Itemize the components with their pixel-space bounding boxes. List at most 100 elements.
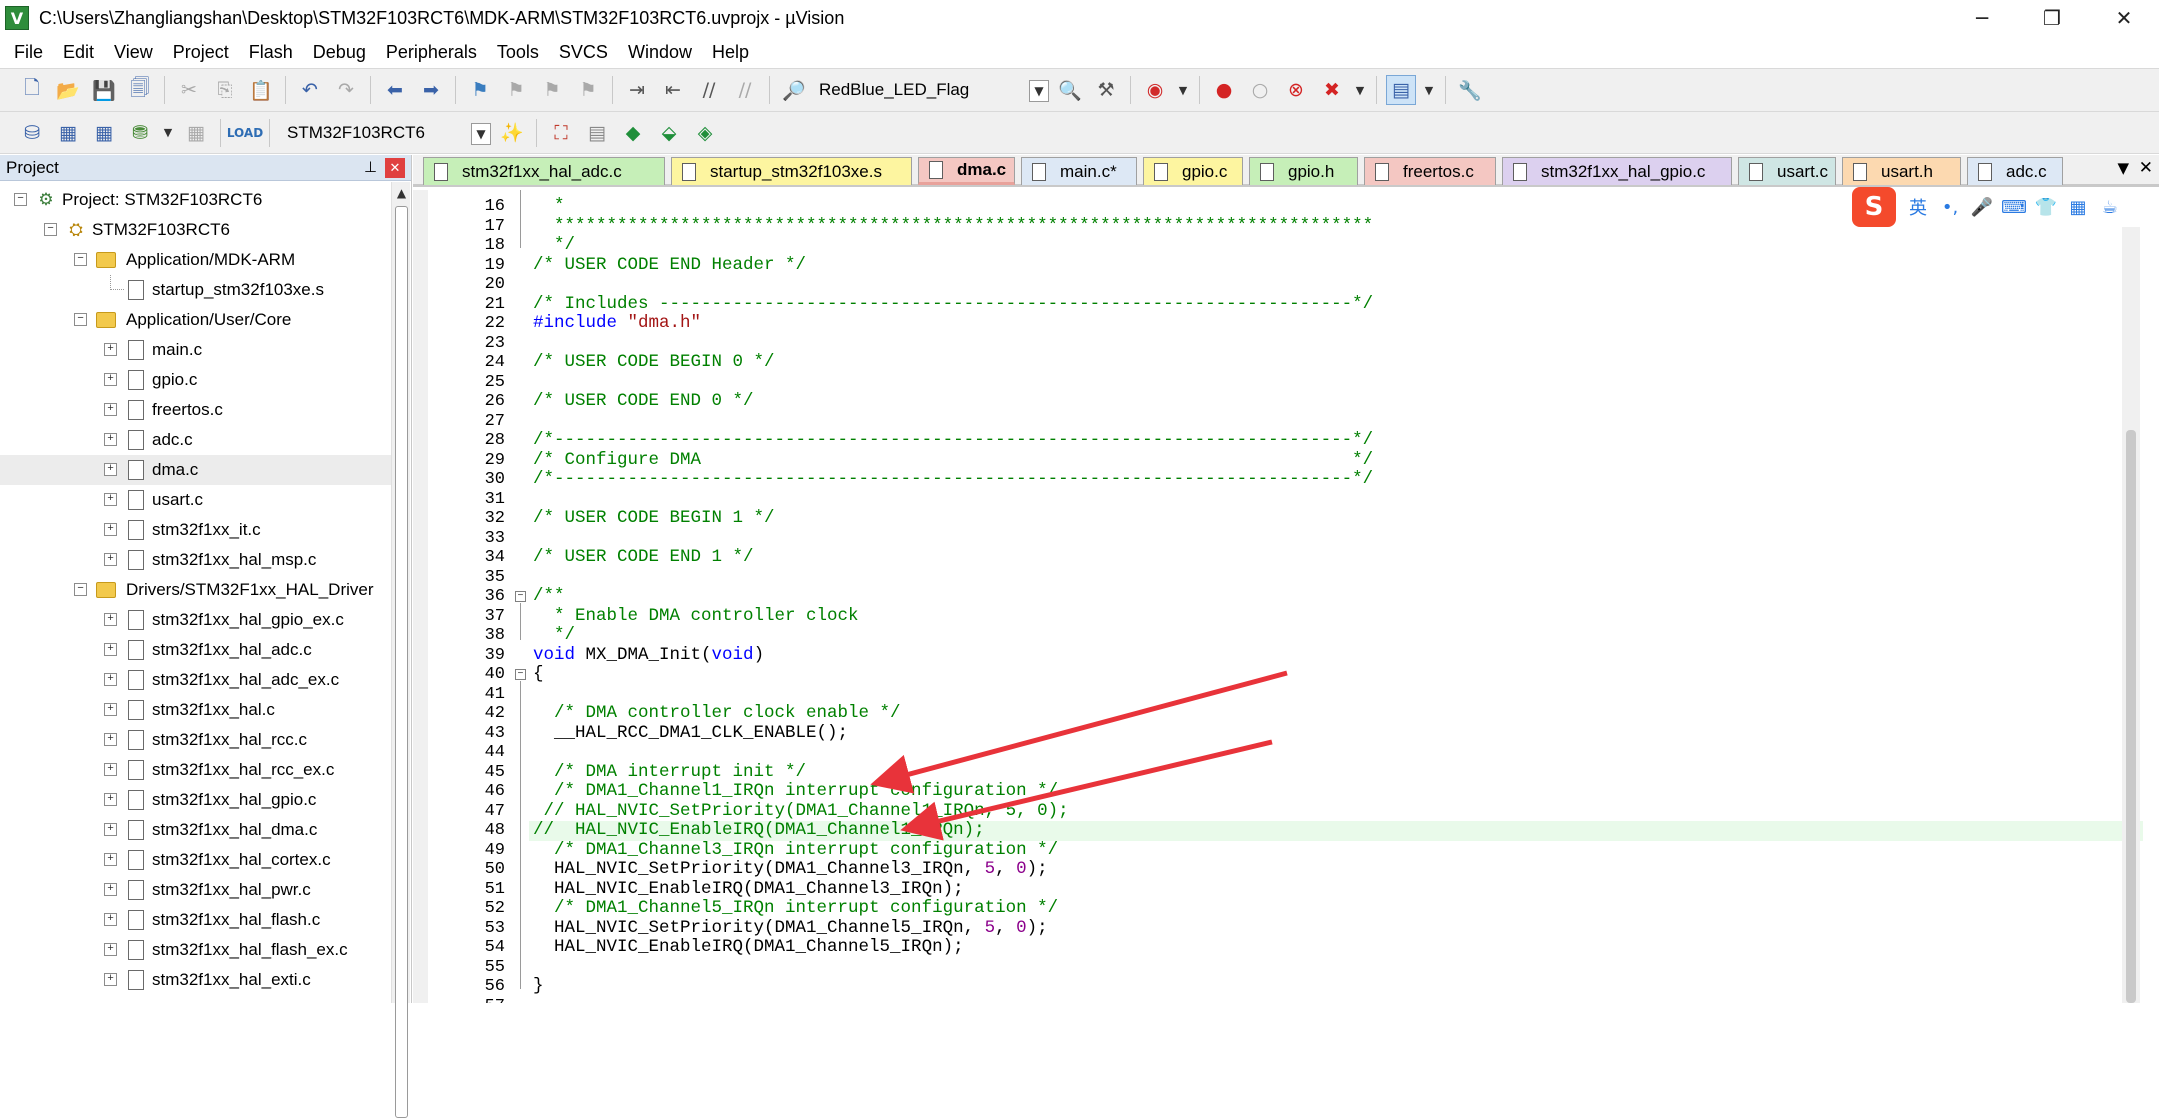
options-for-target-icon[interactable]: ✨	[497, 118, 527, 148]
tree-item[interactable]: + stm32f1xx_hal_gpio_ex.c	[0, 605, 392, 635]
manage-run-time-environment-icon[interactable]: ◆	[618, 118, 648, 148]
tree-item[interactable]: − ⚙ Project: STM32F103RCT6	[0, 185, 392, 215]
code-line[interactable]: /* DMA1_Channel1_IRQn interrupt configur…	[533, 781, 1058, 802]
tree-item[interactable]: + stm32f1xx_hal_adc.c	[0, 635, 392, 665]
chevron-down-icon[interactable]: ▼	[1422, 75, 1436, 105]
software-components-icon[interactable]: ◈	[690, 118, 720, 148]
editor-tab[interactable]: usart.h	[1842, 157, 1961, 185]
sogou-logo-icon[interactable]: S	[1852, 187, 1896, 227]
editor-tab[interactable]: startup_stm32f103xe.s	[671, 157, 912, 185]
tree-item[interactable]: + adc.c	[0, 425, 392, 455]
next-bookmark-icon[interactable]: ⚑	[537, 75, 567, 105]
indent-icon[interactable]: ⇥	[622, 75, 652, 105]
code-line[interactable]: ****************************************…	[533, 216, 1373, 237]
expand-icon[interactable]: +	[104, 493, 117, 506]
collapse-icon[interactable]: −	[74, 313, 87, 326]
editor-tab[interactable]: dma.c	[918, 157, 1015, 185]
expand-icon[interactable]: +	[104, 853, 117, 866]
editor-tab[interactable]: main.c*	[1021, 157, 1137, 185]
chevron-down-icon[interactable]: ▼	[161, 118, 175, 148]
code-line[interactable]: /* DMA controller clock enable */	[533, 703, 901, 724]
expand-icon[interactable]: +	[104, 733, 117, 746]
fold-collapse-icon[interactable]: −	[515, 591, 526, 602]
navigate-forward-icon[interactable]: ➡	[416, 75, 446, 105]
tree-item[interactable]: + stm32f1xx_hal_dma.c	[0, 815, 392, 845]
redo-icon[interactable]: ↷	[331, 75, 361, 105]
minimize-button[interactable]: ─	[1947, 0, 2017, 36]
configure-icon[interactable]: 🔧	[1455, 75, 1485, 105]
pin-icon[interactable]: ⊥	[364, 158, 377, 176]
expand-icon[interactable]: +	[104, 973, 117, 986]
code-editor[interactable]: 16 17 18 19 20 21 22 23 24 25 26 27 28 29 30 31 32 33 34 35…	[413, 190, 2159, 1003]
editor-tab[interactable]: usart.c	[1738, 157, 1836, 185]
kill-all-breakpoints-icon[interactable]: ✖	[1317, 75, 1347, 105]
tree-item[interactable]: + stm32f1xx_hal_pwr.c	[0, 875, 392, 905]
code-line[interactable]: HAL_NVIC_SetPriority(DMA1_Channel3_IRQn,…	[533, 859, 1048, 880]
rebuild-icon[interactable]: ▦	[89, 118, 119, 148]
tree-item[interactable]: + freertos.c	[0, 395, 392, 425]
navigate-back-icon[interactable]: ⬅	[380, 75, 410, 105]
collapse-icon[interactable]: −	[44, 223, 57, 236]
window-layout-icon[interactable]: ▤	[1386, 75, 1416, 105]
tree-item[interactable]: + main.c	[0, 335, 392, 365]
expand-icon[interactable]: +	[104, 553, 117, 566]
find-icon[interactable]: 🔍	[1055, 75, 1085, 105]
code-line[interactable]: /* DMA interrupt init */	[533, 762, 806, 783]
tree-item[interactable]: + stm32f1xx_hal.c	[0, 695, 392, 725]
tree-item[interactable]: + stm32f1xx_hal_cortex.c	[0, 845, 392, 875]
previous-bookmark-icon[interactable]: ⚑	[501, 75, 531, 105]
target-combo[interactable]: STM32F103RCT6 ▼	[276, 118, 494, 148]
chevron-down-icon[interactable]: ▼	[1353, 75, 1367, 105]
expand-icon[interactable]: +	[104, 883, 117, 896]
expand-icon[interactable]: +	[104, 613, 117, 626]
menu-peripherals[interactable]: Peripherals	[378, 42, 489, 63]
chevron-down-icon[interactable]: ▼	[1029, 80, 1049, 102]
tree-item[interactable]: − Application/User/Core	[0, 305, 392, 335]
scroll-up-icon[interactable]: ▲	[392, 182, 411, 204]
menu-svcs[interactable]: SVCS	[551, 42, 620, 63]
tree-item[interactable]: + stm32f1xx_hal_flash.c	[0, 905, 392, 935]
code-line[interactable]: /* DMA1_Channel3_IRQn interrupt configur…	[533, 840, 1058, 861]
code-line[interactable]: /* Includes ----------------------------…	[533, 294, 1373, 315]
tree-scroll-thumb[interactable]	[395, 206, 408, 1118]
unindent-icon[interactable]: ⇤	[658, 75, 688, 105]
menu-help[interactable]: Help	[704, 42, 761, 63]
batch-build-icon[interactable]: ⛃	[125, 118, 155, 148]
disable-all-breakpoints-icon[interactable]: ⊗	[1281, 75, 1311, 105]
code-line[interactable]: /* USER CODE END 0 */	[533, 391, 754, 412]
expand-icon[interactable]: +	[104, 763, 117, 776]
expand-icon[interactable]: +	[104, 463, 117, 476]
code-line[interactable]: }	[533, 976, 544, 997]
undo-icon[interactable]: ↶	[295, 75, 325, 105]
copy-icon[interactable]: ⎘	[210, 75, 240, 105]
chevron-down-icon[interactable]: ▼	[1176, 75, 1190, 105]
menu-window[interactable]: Window	[620, 42, 704, 63]
tree-item[interactable]: + dma.c	[0, 455, 392, 485]
open-file-icon[interactable]: 📂	[53, 75, 83, 105]
code-line[interactable]: /**	[533, 586, 565, 607]
expand-icon[interactable]: +	[104, 823, 117, 836]
tree-item[interactable]: + stm32f1xx_hal_msp.c	[0, 545, 392, 575]
code-line[interactable]: HAL_NVIC_EnableIRQ(DMA1_Channel5_IRQn);	[533, 937, 964, 958]
code-line[interactable]: HAL_NVIC_EnableIRQ(DMA1_Channel3_IRQn);	[533, 879, 964, 900]
tree-item[interactable]: + stm32f1xx_hal_gpio.c	[0, 785, 392, 815]
more-icon[interactable]: ☕	[2096, 193, 2124, 221]
editor-tab[interactable]: freertos.c	[1364, 157, 1496, 185]
punctuation-icon[interactable]: •,	[1936, 193, 1964, 221]
chevron-down-icon[interactable]: ▼	[471, 122, 491, 145]
code-line[interactable]: /* USER CODE BEGIN 0 */	[533, 352, 775, 373]
collapse-icon[interactable]: −	[74, 583, 87, 596]
code-line[interactable]: * Enable DMA controller clock	[533, 606, 859, 627]
tree-item[interactable]: + stm32f1xx_hal_rcc.c	[0, 725, 392, 755]
tree-item[interactable]: + stm32f1xx_it.c	[0, 515, 392, 545]
expand-icon[interactable]: +	[104, 673, 117, 686]
editor-tab[interactable]: gpio.h	[1249, 157, 1358, 185]
keyboard-icon[interactable]: ⌨	[2000, 193, 2028, 221]
incremental-find-icon[interactable]: ⚒	[1091, 75, 1121, 105]
menu-edit[interactable]: Edit	[55, 42, 106, 63]
find-combo[interactable]: RedBlue_LED_Flag ▼	[812, 75, 1052, 105]
expand-icon[interactable]: +	[104, 523, 117, 536]
tree-item[interactable]: − Drivers/STM32F1xx_HAL_Driver	[0, 575, 392, 605]
maximize-button[interactable]: ❐	[2017, 0, 2087, 36]
code-line[interactable]: /* DMA1_Channel5_IRQn interrupt configur…	[533, 898, 1058, 919]
